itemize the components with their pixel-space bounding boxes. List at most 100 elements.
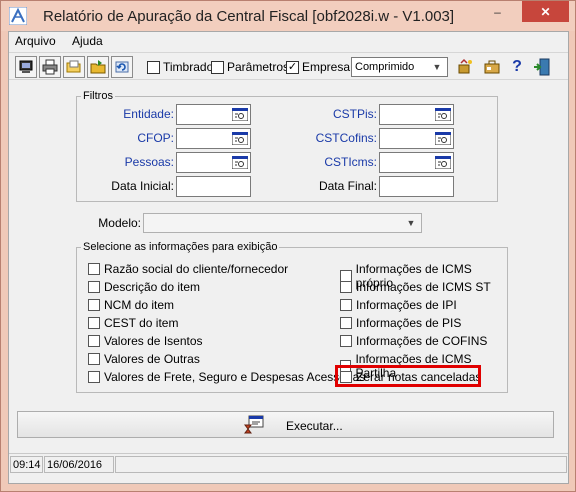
selecao-legend: Selecione as informações para exibição xyxy=(81,241,280,253)
open-folder-icon xyxy=(66,60,81,73)
file-output-button[interactable] xyxy=(63,56,85,78)
title-bar[interactable]: Relatório de Apuração da Central Fiscal … xyxy=(1,1,575,31)
checkbox-box-checked[interactable]: ✓ xyxy=(286,60,299,74)
checkbox-box[interactable] xyxy=(340,335,352,347)
icms-st-option[interactable]: Informações de ICMS ST xyxy=(340,280,491,294)
status-date: 16/06/2016 xyxy=(44,456,114,473)
checkbox-box[interactable] xyxy=(88,263,100,275)
selecao-group: Selecione as informações para exibição R… xyxy=(76,241,508,393)
descricao-item-option[interactable]: Descrição do item xyxy=(88,280,200,294)
cstcofins-field[interactable] xyxy=(379,128,454,149)
checkbox-box[interactable] xyxy=(340,299,352,311)
modelo-label: Modelo: xyxy=(98,216,141,230)
checkbox-box[interactable] xyxy=(88,281,100,293)
option-label: Informações de ICMS ST xyxy=(356,280,491,294)
cest-item-option[interactable]: CEST do item xyxy=(88,316,178,330)
minimize-button[interactable]: – xyxy=(484,1,511,22)
checkbox-box[interactable] xyxy=(340,281,352,293)
toolbar: Timbrado Parâmetros ✓ Empresa Comprimido… xyxy=(9,52,568,80)
pessoas-field[interactable] xyxy=(176,152,251,173)
client-area: Arquivo Ajuda Timbrado Parâmetros ✓ Empr… xyxy=(8,31,569,484)
magic-wand-icon xyxy=(458,58,472,74)
checkbox-box[interactable] xyxy=(147,60,160,74)
toolbox-button[interactable] xyxy=(481,56,503,78)
entidade-field[interactable] xyxy=(176,104,251,125)
option-label: Descrição do item xyxy=(104,280,201,294)
timbrado-label: Timbrado xyxy=(163,60,214,74)
lookup-icon[interactable] xyxy=(435,108,451,121)
printer-icon xyxy=(42,59,58,75)
parametros-label: Parâmetros xyxy=(227,60,290,74)
highlight-box xyxy=(335,365,481,387)
status-message xyxy=(115,456,567,473)
cfop-field[interactable] xyxy=(176,128,251,149)
razao-social-option[interactable]: Razão social do cliente/fornecedor xyxy=(88,262,288,276)
cstcofins-label: CSTCofins: xyxy=(315,131,377,145)
run-report-icon xyxy=(244,415,264,434)
cfop-label: CFOP: xyxy=(137,131,174,145)
cofins-option[interactable]: Informações de COFINS xyxy=(340,334,487,348)
app-logo-icon xyxy=(9,7,27,25)
parametros-checkbox[interactable]: Parâmetros xyxy=(211,60,289,74)
filtros-legend: Filtros xyxy=(81,90,115,102)
output-format-select[interactable]: Comprimido ▼ xyxy=(351,57,448,77)
checkbox-box[interactable] xyxy=(340,317,352,329)
valores-outras-option[interactable]: Valores de Outras xyxy=(88,352,200,366)
menu-arquivo[interactable]: Arquivo xyxy=(15,34,56,48)
pessoas-label: Pessoas: xyxy=(124,155,174,169)
window-title: Relatório de Apuração da Central Fiscal … xyxy=(43,8,455,25)
empresa-label: Empresa xyxy=(302,60,351,74)
execute-button[interactable]: Executar... xyxy=(17,411,554,438)
data-inicial-field[interactable] xyxy=(176,176,251,197)
monitor-icon xyxy=(19,60,33,73)
ncm-item-option[interactable]: NCM do item xyxy=(88,298,174,312)
chevron-down-icon: ▼ xyxy=(432,62,442,72)
csticms-label: CSTIcms: xyxy=(324,155,377,169)
valores-isentos-option[interactable]: Valores de Isentos xyxy=(88,334,203,348)
data-final-field[interactable] xyxy=(379,176,454,197)
option-label: Informações de PIS xyxy=(356,316,462,330)
cstpis-label: CSTPis: xyxy=(332,107,377,121)
checkbox-box[interactable] xyxy=(88,317,100,329)
output-format-value: Comprimido xyxy=(355,61,415,73)
checkbox-box[interactable] xyxy=(88,335,100,347)
wizard-button[interactable] xyxy=(454,56,476,78)
execute-label: Executar... xyxy=(286,419,343,433)
pis-option[interactable]: Informações de PIS xyxy=(340,316,461,330)
lookup-icon[interactable] xyxy=(232,132,248,145)
printer-output-button[interactable] xyxy=(39,56,61,78)
valores-frete-option[interactable]: Valores de Frete, Seguro e Despesas Aces… xyxy=(88,370,365,384)
help-icon[interactable]: ? xyxy=(506,56,528,78)
csticms-field[interactable] xyxy=(379,152,454,173)
empresa-checkbox[interactable]: ✓ Empresa xyxy=(286,60,350,74)
option-label: Valores de Isentos xyxy=(104,334,203,348)
menu-ajuda[interactable]: Ajuda xyxy=(72,34,103,48)
folder-save-icon xyxy=(90,60,106,74)
timbrado-checkbox[interactable]: Timbrado xyxy=(147,60,213,74)
data-final-label: Data Final: xyxy=(318,179,377,193)
chevron-down-icon: ▼ xyxy=(406,218,416,228)
menu-bar: Arquivo Ajuda xyxy=(9,32,568,50)
ipi-option[interactable]: Informações de IPI xyxy=(340,298,457,312)
data-inicial-label: Data Inicial: xyxy=(111,179,174,193)
refresh-icon xyxy=(115,61,129,73)
checkbox-box[interactable] xyxy=(88,371,100,383)
terminal-output-button[interactable] xyxy=(15,56,37,78)
checkbox-box[interactable] xyxy=(88,353,100,365)
cstpis-field[interactable] xyxy=(379,104,454,125)
lookup-icon[interactable] xyxy=(232,108,248,121)
option-label: Razão social do cliente/fornecedor xyxy=(104,262,289,276)
lookup-icon[interactable] xyxy=(435,156,451,169)
checkbox-box[interactable] xyxy=(88,299,100,311)
lookup-icon[interactable] xyxy=(232,156,248,169)
toolbox-icon xyxy=(484,60,500,74)
close-button[interactable]: ✕ xyxy=(522,1,569,22)
checkbox-box[interactable] xyxy=(211,60,224,74)
lookup-icon[interactable] xyxy=(435,132,451,145)
save-config-button[interactable] xyxy=(87,56,109,78)
refresh-button[interactable] xyxy=(111,56,133,78)
exit-button[interactable] xyxy=(531,56,553,78)
main-window: Relatório de Apuração da Central Fiscal … xyxy=(0,0,576,492)
modelo-select[interactable]: ▼ xyxy=(143,213,422,233)
status-bar: 09:14 16/06/2016 xyxy=(9,453,568,473)
